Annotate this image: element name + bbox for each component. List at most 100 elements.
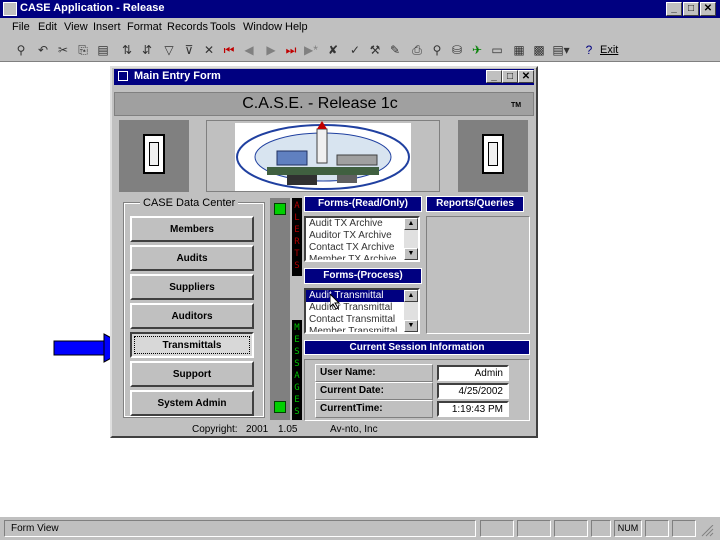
copyright-year: 2001	[246, 424, 269, 435]
form-close-button[interactable]: ✕	[518, 70, 534, 83]
suppliers-button[interactable]: Suppliers	[130, 274, 254, 300]
app-icon[interactable]	[3, 2, 17, 16]
menu-format[interactable]: Format	[127, 21, 162, 33]
form-title: Main Entry Form	[134, 70, 221, 82]
reports-queries-panel[interactable]	[426, 216, 530, 334]
list-item[interactable]: Member TX Archive	[306, 254, 418, 260]
datasheet-view-icon[interactable]: ▩	[530, 41, 548, 59]
office-links-icon[interactable]: ✈	[468, 41, 486, 59]
door-icon[interactable]	[482, 134, 504, 174]
process-scrollbar[interactable]: ▲ ▼	[404, 290, 418, 332]
support-button[interactable]: Support	[130, 361, 254, 387]
status-pane	[480, 520, 514, 537]
main-entry-form-window: Main Entry Form _ □ ✕ C.A.S.E. - Release…	[110, 66, 538, 438]
transmittals-button[interactable]: Transmittals	[130, 332, 254, 358]
scroll-up-icon[interactable]: ▲	[404, 218, 418, 230]
exit-button[interactable]: Exit	[600, 44, 618, 56]
list-item[interactable]: Auditor Transmittal	[306, 302, 418, 314]
copyright-label: Copyright:	[192, 424, 238, 435]
forms-process-header: Forms-(Process)	[304, 268, 422, 284]
system-admin-button[interactable]: System Admin	[130, 390, 254, 416]
form-view-icon[interactable]: ▦	[510, 41, 528, 59]
current-date-value: 4/25/2002	[437, 383, 509, 399]
menu-window[interactable]: Window	[243, 21, 282, 33]
print-icon[interactable]: ⎙	[408, 41, 426, 59]
menu-records[interactable]: Records	[167, 21, 208, 33]
spelling-icon[interactable]: ✓	[346, 41, 364, 59]
status-pane	[645, 520, 669, 537]
forms-readonly-list[interactable]: Audit TX Archive Auditor TX Archive Cont…	[304, 216, 420, 262]
form-icon[interactable]	[118, 71, 128, 81]
page-title: C.A.S.E. - Release 1c	[242, 95, 398, 112]
list-item[interactable]: Member Transmittal	[306, 326, 418, 332]
minimize-button[interactable]: _	[666, 2, 682, 16]
current-time-value: 1:19:43 PM	[437, 401, 509, 417]
messages-indicator	[274, 401, 286, 413]
close-button[interactable]: ✕	[700, 2, 716, 16]
list-item-selected[interactable]: Audit Transmittal	[306, 290, 418, 302]
readonly-scrollbar[interactable]: ▲ ▼	[404, 218, 418, 260]
status-text: Form View	[4, 520, 476, 537]
forms-process-list[interactable]: Audit Transmittal Auditor Transmittal Co…	[304, 288, 420, 334]
auditors-button[interactable]: Auditors	[130, 303, 254, 329]
first-record-icon[interactable]: ⏮	[220, 41, 238, 59]
form-minimize-button[interactable]: _	[486, 70, 502, 83]
copy-icon[interactable]: ⎘	[74, 41, 92, 59]
new-object-icon[interactable]: ▭	[488, 41, 506, 59]
next-record-icon[interactable]: ▶	[262, 41, 280, 59]
num-lock-indicator: NUM	[614, 520, 642, 537]
previous-record-icon[interactable]: ◀	[240, 41, 258, 59]
filter-by-selection-icon[interactable]: ▽	[160, 41, 178, 59]
sort-descending-icon[interactable]: ⇵	[138, 41, 156, 59]
save-icon[interactable]: ⛁	[448, 41, 466, 59]
members-button[interactable]: Members	[130, 216, 254, 242]
delete-record-icon[interactable]: ✘	[324, 41, 342, 59]
mouse-cursor-icon	[330, 294, 341, 310]
scroll-down-icon[interactable]: ▼	[404, 320, 418, 332]
last-record-icon[interactable]: ⏭	[282, 41, 300, 59]
trademark: TM	[511, 102, 522, 109]
new-record-icon[interactable]: ▶*	[302, 41, 320, 59]
maximize-button[interactable]: □	[683, 2, 699, 16]
heading-bar: C.A.S.E. - Release 1c TM	[114, 92, 534, 116]
paste-icon[interactable]: ▤	[94, 41, 112, 59]
list-item[interactable]: Contact TX Archive	[306, 242, 418, 254]
right-door-panel	[458, 120, 528, 192]
menu-tools[interactable]: Tools	[210, 21, 236, 33]
find-icon[interactable]: ⚲	[12, 41, 30, 59]
reports-queries-header: Reports/Queries	[426, 196, 524, 212]
print-preview-icon[interactable]: ⚲	[428, 41, 446, 59]
filter-by-form-icon[interactable]: ⊽	[180, 41, 198, 59]
cut-icon[interactable]: ✂	[54, 41, 72, 59]
menu-file[interactable]: File	[12, 21, 30, 33]
resize-grip-icon[interactable]	[700, 524, 714, 537]
undo-icon[interactable]: ↶	[34, 41, 52, 59]
menu-edit[interactable]: Edit	[38, 21, 57, 33]
list-item[interactable]: Contact Transmittal	[306, 314, 418, 326]
messages-strip: MESSAGES	[292, 320, 302, 420]
help-icon[interactable]: ?	[580, 41, 598, 59]
user-name-label: User Name:	[315, 364, 433, 382]
forms-readonly-header: Forms-(Read/Only)	[304, 196, 422, 212]
door-icon[interactable]	[143, 134, 165, 174]
current-date-label: Current Date:	[315, 382, 433, 400]
list-item[interactable]: Auditor TX Archive	[306, 230, 418, 242]
build-icon[interactable]: ✎	[386, 41, 404, 59]
view-dropdown-icon[interactable]: ▤▾	[552, 41, 570, 59]
list-item[interactable]: Audit TX Archive	[306, 218, 418, 230]
audits-button[interactable]: Audits	[130, 245, 254, 271]
version-number: 1.05	[278, 424, 298, 435]
alerts-indicator	[274, 203, 286, 215]
remove-filter-icon[interactable]: ✕	[200, 41, 218, 59]
app-title: CASE Application - Release	[20, 2, 165, 14]
menu-help[interactable]: Help	[285, 21, 308, 33]
session-panel: User Name: Admin Current Date: 4/25/2002…	[304, 359, 530, 421]
sort-ascending-icon[interactable]: ⇅	[118, 41, 136, 59]
properties-icon[interactable]: ⚒	[366, 41, 384, 59]
menu-view[interactable]: View	[64, 21, 88, 33]
form-maximize-button[interactable]: □	[502, 70, 518, 83]
menu-insert[interactable]: Insert	[93, 21, 121, 33]
status-pane	[554, 520, 588, 537]
scroll-up-icon[interactable]: ▲	[404, 290, 418, 302]
scroll-down-icon[interactable]: ▼	[404, 248, 418, 260]
